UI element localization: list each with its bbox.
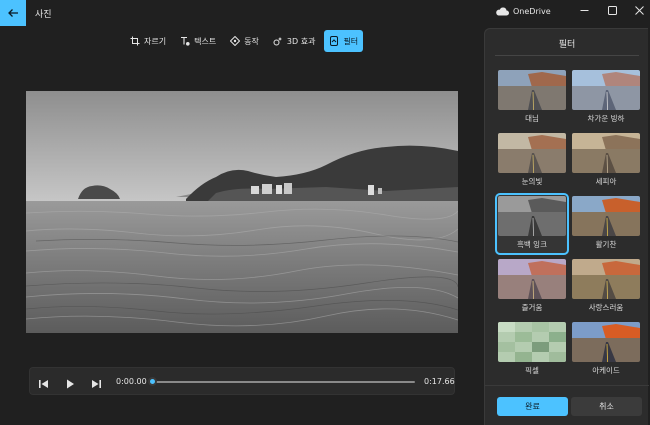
tab-text[interactable]: 텍스트 bbox=[175, 30, 221, 52]
crop-icon bbox=[130, 36, 140, 46]
filter-thumbnail bbox=[498, 196, 566, 236]
filter-label: 아케이드 bbox=[592, 366, 620, 375]
filter-joy[interactable]: 즐거움 bbox=[497, 258, 567, 316]
filter-label: 세피아 bbox=[595, 177, 617, 186]
play-icon bbox=[67, 379, 74, 389]
filter-thumbnail bbox=[572, 70, 640, 110]
filter-sepia[interactable]: 세피아 bbox=[571, 132, 641, 190]
photo-preview bbox=[26, 91, 458, 333]
tab-crop-label: 자르기 bbox=[144, 36, 167, 46]
tab-filter-label: 필터 bbox=[343, 36, 359, 46]
filter-thumbnail bbox=[572, 196, 640, 236]
road-thumbnail-image bbox=[498, 70, 566, 110]
divider bbox=[495, 55, 639, 56]
filter-snow-light[interactable]: 눈의빛 bbox=[497, 132, 567, 190]
arrow-left-icon bbox=[8, 9, 18, 17]
tab-motion-label: 동작 bbox=[244, 36, 259, 46]
filter-thumbnail bbox=[498, 259, 566, 299]
filter-label: 픽셀 bbox=[525, 366, 539, 375]
panel-title: 필터 bbox=[558, 40, 576, 50]
road-thumbnail-image bbox=[572, 196, 640, 236]
text-icon bbox=[181, 36, 190, 46]
maximize-icon bbox=[607, 5, 617, 15]
filter-lovely[interactable]: 사랑스러움 bbox=[571, 258, 641, 316]
onedrive-status[interactable]: OneDrive bbox=[495, 7, 551, 16]
divider bbox=[485, 385, 649, 386]
filter-label: 흑백 잉크 bbox=[517, 240, 547, 249]
filter-thumbnail bbox=[498, 133, 566, 173]
pixel-thumbnail-image bbox=[498, 322, 566, 362]
filter-label: 대님 bbox=[525, 114, 539, 123]
tab-motion[interactable]: 동작 bbox=[225, 30, 264, 52]
done-button[interactable]: 완료 bbox=[497, 397, 568, 416]
edit-toolbar: 자르기 텍스트 동작 3D 효과 필터 bbox=[125, 30, 367, 52]
road-thumbnail-image bbox=[572, 259, 640, 299]
motion-icon bbox=[230, 36, 241, 46]
tab-3d-effects-label: 3D 효과 bbox=[286, 36, 316, 46]
minimize-icon bbox=[580, 9, 588, 11]
seascape-image bbox=[26, 91, 458, 333]
tab-3d-effects[interactable]: 3D 효과 bbox=[268, 30, 321, 52]
filter-denim[interactable]: 대님 bbox=[497, 69, 567, 127]
filter-label: 사랑스러움 bbox=[588, 303, 624, 312]
total-time: 0:17.66 bbox=[424, 377, 455, 386]
seek-thumb[interactable] bbox=[148, 377, 157, 386]
minimize-button[interactable] bbox=[576, 4, 592, 16]
current-time: 0:00.00 bbox=[116, 377, 147, 386]
filter-label: 즐거움 bbox=[521, 303, 543, 312]
filter-thumbnail bbox=[498, 70, 566, 110]
filter-thumbnail bbox=[572, 322, 640, 362]
filter-pixel[interactable]: 픽셀 bbox=[497, 321, 567, 379]
playback-bar: 0:00.00 0:17.66 bbox=[29, 367, 455, 395]
skip-back-icon bbox=[39, 380, 48, 388]
filter-icon bbox=[330, 36, 339, 46]
next-frame-button[interactable] bbox=[90, 375, 102, 388]
3d-effects-icon bbox=[273, 37, 282, 46]
back-button[interactable] bbox=[0, 0, 26, 26]
filter-thumbnail bbox=[572, 133, 640, 173]
previous-frame-button[interactable] bbox=[38, 375, 50, 388]
filter-cool-glacier[interactable]: 차가운 빙하 bbox=[571, 69, 641, 127]
onedrive-label: OneDrive bbox=[513, 7, 551, 16]
road-thumbnail-image bbox=[498, 196, 566, 236]
filter-vivid[interactable]: 활기찬 bbox=[571, 195, 641, 253]
tab-crop[interactable]: 자르기 bbox=[125, 30, 171, 52]
filter-arcade[interactable]: 아케이드 bbox=[571, 321, 641, 379]
close-icon bbox=[634, 5, 644, 15]
close-button[interactable] bbox=[631, 4, 647, 16]
filter-label: 눈의빛 bbox=[521, 177, 543, 186]
play-button[interactable] bbox=[64, 375, 76, 389]
tab-filter[interactable]: 필터 bbox=[324, 30, 364, 52]
road-thumbnail-image bbox=[498, 259, 566, 299]
road-thumbnail-image bbox=[572, 133, 640, 173]
app-title: 사진 bbox=[35, 10, 52, 20]
filter-panel: 필터 대님 차가운 빙하 눈의빛 세피아 흑백 잉크 활기찬 즐거움 사랑스러움… bbox=[484, 28, 649, 425]
filter-label: 활기찬 bbox=[595, 240, 617, 249]
cancel-button[interactable]: 취소 bbox=[571, 397, 642, 416]
filter-thumbnail bbox=[498, 322, 566, 362]
road-thumbnail-image bbox=[572, 70, 640, 110]
filter-thumbnail bbox=[572, 259, 640, 299]
seek-track[interactable] bbox=[152, 381, 415, 383]
road-thumbnail-image bbox=[498, 133, 566, 173]
title-bar: 사진 OneDrive bbox=[0, 0, 650, 28]
filter-label: 차가운 빙하 bbox=[587, 114, 625, 123]
cloud-icon bbox=[496, 7, 509, 16]
maximize-button[interactable] bbox=[604, 4, 620, 16]
filter-bw-ink[interactable]: 흑백 잉크 bbox=[495, 193, 569, 255]
skip-forward-icon bbox=[92, 380, 101, 388]
road-thumbnail-image bbox=[572, 322, 640, 362]
tab-text-label: 텍스트 bbox=[194, 36, 217, 46]
